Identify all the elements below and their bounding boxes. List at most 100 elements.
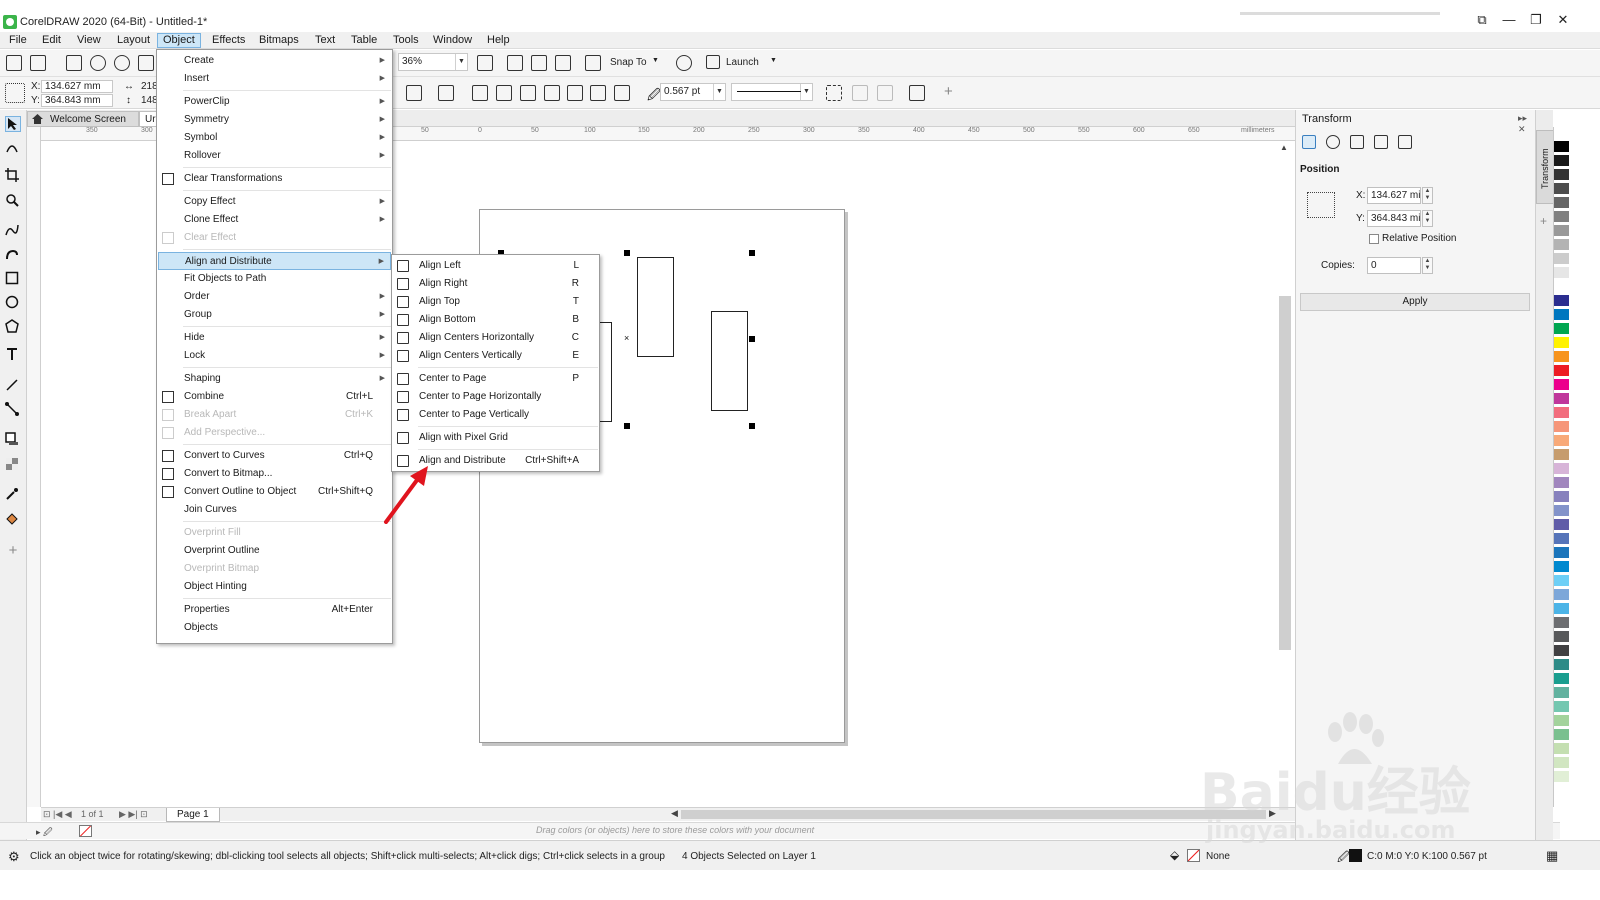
palette-color-chip[interactable]: [1554, 365, 1569, 377]
account-icon[interactable]: ⧉: [1470, 12, 1494, 30]
menu-view[interactable]: View: [72, 33, 106, 48]
outline-width-combo[interactable]: 0.567 pt ▼: [660, 83, 726, 101]
menu-table[interactable]: Table: [346, 33, 382, 48]
chevron-down-icon[interactable]: ▼: [455, 54, 467, 70]
palette-color-chip[interactable]: [1554, 337, 1569, 349]
palette-color-chip[interactable]: [1554, 617, 1569, 629]
palette-color-chip[interactable]: [1554, 197, 1569, 209]
restore-button[interactable]: ❐: [1524, 12, 1548, 30]
launch-icon[interactable]: [706, 55, 720, 69]
palette-color-chip[interactable]: [1554, 645, 1569, 657]
pick-tool-icon[interactable]: [5, 116, 21, 132]
menu-item-create[interactable]: Create ▶: [158, 52, 391, 70]
palette-color-chip[interactable]: [1554, 505, 1569, 517]
palette-color-chip[interactable]: [1554, 533, 1569, 545]
palette-color-chip[interactable]: [1554, 183, 1569, 195]
zoom-tool-icon[interactable]: [5, 193, 21, 209]
palette-expand-icon[interactable]: ▸ 🖉: [36, 825, 53, 841]
cloud-download-icon[interactable]: [114, 55, 130, 71]
text-tool-icon[interactable]: [5, 347, 21, 363]
palette-color-chip[interactable]: [1554, 561, 1569, 573]
menu-file[interactable]: File: [4, 33, 32, 48]
interactive-fill-tool-icon[interactable]: [5, 511, 21, 527]
relative-position-checkbox[interactable]: [1369, 234, 1379, 244]
palette-color-chip[interactable]: [1554, 211, 1569, 223]
color-proof-icon[interactable]: ▦: [1546, 848, 1558, 864]
menu-item-group[interactable]: Group ▶: [158, 306, 391, 324]
submenu-item-align-left[interactable]: Align Left L: [393, 257, 598, 275]
palette-color-chip[interactable]: [1554, 687, 1569, 699]
menu-item-properties[interactable]: Properties Alt+Enter: [158, 601, 391, 619]
menu-item-order[interactable]: Order ▶: [158, 288, 391, 306]
chevron-down-icon[interactable]: ▼: [800, 84, 812, 100]
front-minus-back-icon[interactable]: [567, 85, 583, 101]
rectangle-shape[interactable]: [711, 311, 748, 411]
fill-color-swatch[interactable]: [1187, 849, 1200, 862]
menu-item-fit-objects-to-path[interactable]: Fit Objects to Path: [158, 270, 391, 288]
menu-layout[interactable]: Layout: [112, 33, 155, 48]
palette-color-chip[interactable]: [1554, 589, 1569, 601]
selection-handle[interactable]: [749, 336, 755, 342]
options-gear-icon[interactable]: [676, 55, 692, 71]
freehand-tool-icon[interactable]: [5, 223, 21, 239]
submenu-item-align-right[interactable]: Align Right R: [393, 275, 598, 293]
page-nav-next[interactable]: ▶ ▶| ⊡: [119, 809, 148, 820]
intersect-icon[interactable]: [520, 85, 536, 101]
submenu-item-center-to-page-vertically[interactable]: Center to Page Vertically: [393, 406, 598, 424]
palette-color-chip[interactable]: [1554, 547, 1569, 559]
x-position-field[interactable]: 134.627 mm: [41, 80, 113, 93]
connector-tool-icon[interactable]: [5, 402, 21, 418]
add-tool-icon[interactable]: +: [5, 543, 21, 559]
palette-color-chip[interactable]: [1554, 435, 1569, 447]
submenu-item-center-to-page[interactable]: Center to Page P: [393, 370, 598, 388]
palette-color-chip[interactable]: [1554, 407, 1569, 419]
quick-customize-icon[interactable]: [909, 85, 925, 101]
reference-point-icon[interactable]: [5, 83, 25, 103]
back-minus-front-icon[interactable]: [590, 85, 606, 101]
launch-chevron-icon[interactable]: ▼: [770, 57, 777, 64]
polygon-tool-icon[interactable]: [5, 319, 21, 335]
palette-color-chip[interactable]: [1554, 323, 1569, 335]
palette-color-chip[interactable]: [1554, 477, 1569, 489]
simplify-icon[interactable]: [544, 85, 560, 101]
artistic-media-tool-icon[interactable]: [5, 247, 21, 263]
drop-shadow-tool-icon[interactable]: [5, 432, 21, 448]
palette-color-chip[interactable]: [1554, 281, 1569, 293]
menu-item-clone-effect[interactable]: Clone Effect ▶: [158, 211, 391, 229]
palette-color-chip[interactable]: [1554, 309, 1569, 321]
menu-item-convert-outline-to-object[interactable]: Convert Outline to Object Ctrl+Shift+Q: [158, 483, 391, 501]
submenu-item-align-centers-horizontally[interactable]: Align Centers Horizontally C: [393, 329, 598, 347]
menu-item-copy-effect[interactable]: Copy Effect ▶: [158, 193, 391, 211]
y-field[interactable]: 364.843 mi: [1367, 210, 1421, 227]
menu-item-insert[interactable]: Insert ▶: [158, 70, 391, 88]
arrange-icon[interactable]: [438, 85, 454, 101]
palette-color-chip[interactable]: [1554, 295, 1569, 307]
palette-color-chip[interactable]: [1554, 659, 1569, 671]
palette-color-chip[interactable]: [1554, 253, 1569, 265]
palette-color-chip[interactable]: [1554, 603, 1569, 615]
menu-item-lock[interactable]: Lock ▶: [158, 347, 391, 365]
docker-collapse-icon[interactable]: ▸▸ ✕: [1518, 113, 1535, 135]
submenu-item-align-centers-vertically[interactable]: Align Centers Vertically E: [393, 347, 598, 365]
wrap-text-icon[interactable]: [826, 85, 842, 101]
menu-effects[interactable]: Effects: [207, 33, 250, 48]
menu-window[interactable]: Window: [428, 33, 477, 48]
palette-color-chip[interactable]: [1554, 519, 1569, 531]
add-icon[interactable]: +: [944, 83, 953, 100]
palette-color-chip[interactable]: [1554, 729, 1569, 741]
rectangle-shape[interactable]: [637, 257, 674, 357]
transparency-tool-icon[interactable]: [5, 457, 21, 473]
menu-item-combine[interactable]: Combine Ctrl+L: [158, 388, 391, 406]
selection-handle[interactable]: [749, 423, 755, 429]
eyedropper-tool-icon[interactable]: [5, 487, 21, 503]
minimize-button[interactable]: —: [1497, 12, 1521, 30]
crop-tool-icon[interactable]: [5, 168, 21, 184]
ellipse-tool-icon[interactable]: [5, 295, 21, 311]
skew-tab-icon[interactable]: [1398, 135, 1412, 149]
scale-mirror-tab-icon[interactable]: [1350, 135, 1364, 149]
palette-color-chip[interactable]: [1554, 155, 1569, 167]
page-nav-buttons[interactable]: ⊡ |◀ ◀: [43, 809, 72, 820]
snap-to-chevron-icon[interactable]: ▼: [652, 57, 659, 64]
menu-item-objects[interactable]: Objects: [158, 619, 391, 637]
anchor-grid-icon[interactable]: [1307, 192, 1335, 218]
